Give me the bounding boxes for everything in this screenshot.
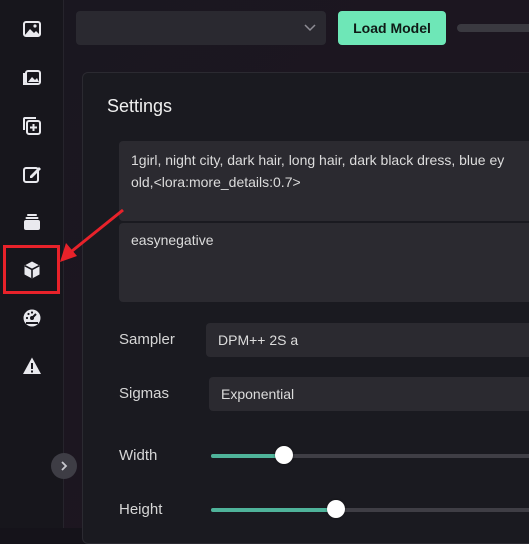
edit-icon xyxy=(23,167,41,183)
height-slider-fill xyxy=(211,508,337,512)
add-image-icon xyxy=(23,117,41,135)
settings-title: Settings xyxy=(107,96,173,116)
collapse-sidebar-button[interactable] xyxy=(51,453,77,479)
sidebar-item-performance[interactable] xyxy=(17,303,47,333)
sigmas-label: Sigmas xyxy=(119,385,170,402)
gauge-icon xyxy=(23,309,41,327)
sampler-select[interactable]: DPM++ 2S a xyxy=(206,323,529,357)
width-slider-thumb[interactable] xyxy=(274,446,293,464)
load-model-button[interactable]: Load Model xyxy=(338,11,446,45)
layers-icon xyxy=(24,214,40,230)
width-slider-fill xyxy=(211,454,284,458)
sampler-label: Sampler xyxy=(119,331,175,348)
top-progress-bar xyxy=(457,24,529,32)
height-slider[interactable] xyxy=(211,500,529,518)
sampler-value: DPM++ 2S a xyxy=(218,332,299,348)
images-icon xyxy=(23,70,41,85)
sidebar-item-images[interactable] xyxy=(17,62,47,92)
sidebar-item-image[interactable] xyxy=(17,14,47,44)
height-label: Height xyxy=(119,501,163,518)
sidebar-item-warnings[interactable] xyxy=(17,351,47,381)
annotation-arrow xyxy=(60,208,124,262)
chevron-right-icon xyxy=(61,461,68,471)
image-icon xyxy=(23,21,41,37)
sidebar-item-add-image[interactable] xyxy=(17,111,47,141)
model-select[interactable] xyxy=(76,11,326,45)
warning-icon xyxy=(23,357,41,374)
negative-prompt-input[interactable]: easynegative xyxy=(119,223,529,302)
prompt-input[interactable]: 1girl, night city, dark hair, long hair,… xyxy=(119,141,529,221)
sigmas-value: Exponential xyxy=(221,386,295,402)
sigmas-select[interactable]: Exponential xyxy=(209,377,529,411)
sidebar-item-layers[interactable] xyxy=(17,207,47,237)
sidebar-item-edit[interactable] xyxy=(17,159,47,189)
chevron-down-icon xyxy=(304,24,316,32)
width-slider[interactable] xyxy=(211,446,529,464)
width-label: Width xyxy=(119,447,158,464)
